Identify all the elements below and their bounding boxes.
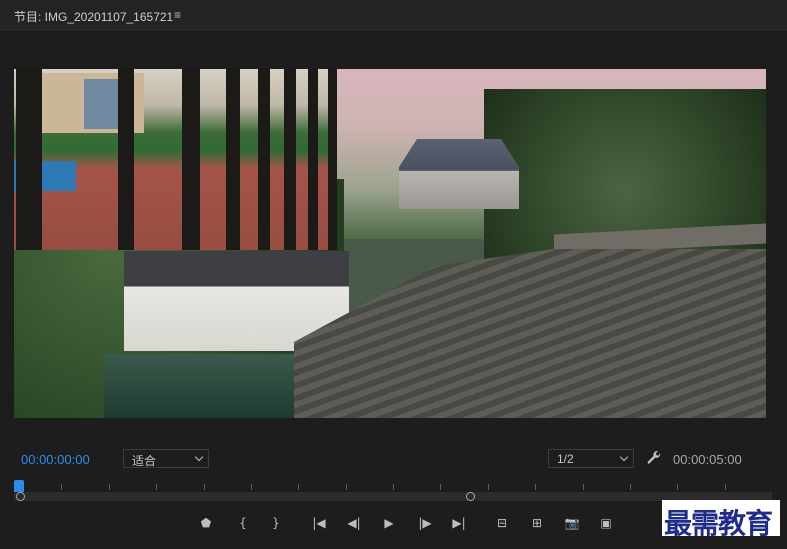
ruler-tick — [251, 484, 252, 490]
zoom-select-value: 适合 — [132, 454, 157, 468]
pip-fence-bar — [308, 69, 318, 250]
mark-out-button[interactable]: } — [265, 512, 287, 534]
panel-title[interactable]: 节目: IMG_20201107_165721 — [14, 8, 173, 25]
pip-fence-bar — [182, 69, 200, 250]
export-frame-button[interactable]: 📷 — [561, 512, 583, 534]
pip-fence-bar — [118, 69, 134, 250]
pip-fence-bar — [16, 69, 42, 250]
resolution-select-value: 1/2 — [557, 452, 574, 466]
ruler-tick — [630, 484, 631, 490]
mark-in-button[interactable]: { — [232, 512, 254, 534]
pip-fence-bar — [226, 69, 240, 250]
scene-pond — [104, 354, 324, 418]
in-point-handle[interactable] — [16, 492, 25, 501]
program-monitor-header: 节目: IMG_20201107_165721 ≡ — [0, 0, 787, 30]
comparison-view-button[interactable]: ▣ — [595, 512, 617, 534]
pip-fence-bar — [258, 69, 270, 250]
go-to-out-button[interactable]: ▶| — [448, 512, 470, 534]
chevron-down-icon — [194, 452, 204, 462]
ruler-tick — [440, 484, 441, 490]
ruler-tick — [204, 484, 205, 490]
current-timecode[interactable]: 00:00:00:00 — [21, 452, 90, 467]
wrench-icon[interactable] — [646, 450, 662, 466]
time-ruler[interactable] — [14, 478, 772, 504]
ruler-tick — [346, 484, 347, 490]
video-frame[interactable] — [14, 69, 766, 418]
playback-resolution-select[interactable]: 1/2 — [548, 449, 634, 468]
watermark-logo: 最需教育 — [662, 500, 780, 540]
pip-fence-bar — [284, 69, 296, 250]
ruler-tick — [725, 484, 726, 490]
chevron-down-icon — [619, 452, 629, 462]
ruler-tick — [393, 484, 394, 490]
ruler-tick — [61, 484, 62, 490]
ruler-tick — [109, 484, 110, 490]
ruler-tick — [583, 484, 584, 490]
step-back-button[interactable]: ◀| — [343, 512, 365, 534]
step-forward-button[interactable]: |▶ — [414, 512, 436, 534]
ruler-tick — [488, 484, 489, 490]
watermark-text: 最需教育 — [664, 507, 773, 540]
scene-roof — [294, 249, 766, 418]
add-marker-button[interactable]: ⬟ — [195, 512, 217, 534]
ruler-tick — [535, 484, 536, 490]
zoom-select[interactable]: 适合 — [123, 449, 209, 468]
extract-button[interactable]: ⊞ — [526, 512, 548, 534]
go-to-in-button[interactable]: |◀ — [308, 512, 330, 534]
ruler-tick — [677, 484, 678, 490]
scene-temple — [399, 139, 519, 209]
panel-menu-icon[interactable]: ≡ — [174, 8, 181, 22]
ruler-tick — [156, 484, 157, 490]
play-button[interactable]: ▶ — [378, 512, 400, 534]
playhead[interactable] — [14, 480, 24, 492]
duration-timecode: 00:00:05:00 — [673, 452, 742, 467]
pip-fence-bar — [328, 69, 337, 250]
lift-button[interactable]: ⊟ — [491, 512, 513, 534]
ruler-track[interactable] — [14, 492, 772, 501]
out-point-handle[interactable] — [466, 492, 475, 501]
program-monitor-viewer — [0, 30, 787, 438]
picture-in-picture-clip[interactable] — [14, 69, 337, 250]
ruler-tick — [298, 484, 299, 490]
